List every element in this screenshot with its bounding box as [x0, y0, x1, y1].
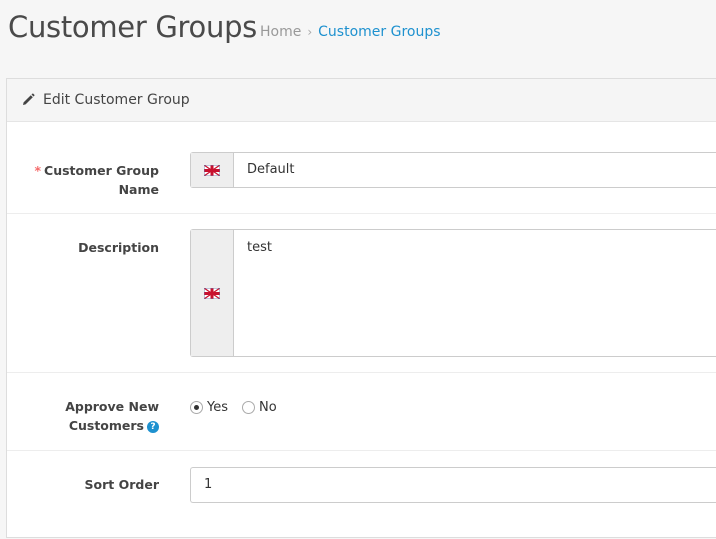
group-name-input-group: Default: [190, 152, 716, 188]
sort-order-input-group: 1: [190, 467, 716, 503]
required-star: *: [34, 163, 42, 178]
panel-heading-title: Edit Customer Group: [43, 92, 190, 108]
approve-no-option[interactable]: No: [242, 400, 277, 415]
uk-flag-icon: [204, 287, 220, 299]
group-name-label-line1: Customer Group: [44, 163, 159, 178]
edit-panel: Edit Customer Group * Customer Group Name…: [6, 78, 716, 538]
uk-flag-icon: [204, 164, 220, 176]
approve-radio-group: Yes No: [190, 400, 291, 415]
breadcrumb-customer-groups-link[interactable]: Customer Groups: [318, 24, 440, 40]
form-row-sort-order: Sort Order 1: [7, 451, 716, 539]
form-row-description: Description test: [7, 214, 716, 373]
group-name-label: * Customer Group Name: [7, 161, 159, 199]
approve-yes-option[interactable]: Yes: [190, 400, 228, 415]
approve-yes-radio[interactable]: [190, 401, 203, 414]
approve-yes-label: Yes: [207, 400, 228, 415]
panel-heading: Edit Customer Group: [7, 79, 716, 122]
approve-label-line1: Approve New: [65, 399, 159, 414]
description-input-group: test: [190, 229, 716, 357]
breadcrumb: Home › Customer Groups: [260, 24, 441, 40]
approve-label-line2: Customers: [68, 418, 144, 433]
description-language-addon: [191, 230, 234, 356]
approve-no-radio[interactable]: [242, 401, 255, 414]
description-textarea[interactable]: test: [234, 230, 716, 356]
group-name-language-addon: [191, 153, 234, 187]
question-circle-icon[interactable]: ?: [147, 420, 159, 433]
page-title: Customer Groups: [8, 10, 257, 44]
breadcrumb-separator: ›: [307, 25, 313, 39]
form-row-group-name: * Customer Group Name Default: [7, 123, 716, 214]
group-name-input[interactable]: Default: [234, 153, 716, 187]
approve-no-label: No: [259, 400, 277, 415]
sort-order-input[interactable]: 1: [191, 468, 716, 502]
form-row-approve: Approve New Customers? Yes No: [7, 373, 716, 451]
description-label: Description: [78, 240, 159, 255]
group-name-label-line2: Name: [118, 182, 159, 197]
approve-label: Approve New Customers?: [7, 397, 159, 435]
sort-order-label: Sort Order: [84, 477, 159, 492]
page-header: Customer Groups Home › Customer Groups: [0, 0, 716, 62]
breadcrumb-home-link[interactable]: Home: [260, 24, 301, 40]
pencil-icon: [23, 93, 35, 105]
